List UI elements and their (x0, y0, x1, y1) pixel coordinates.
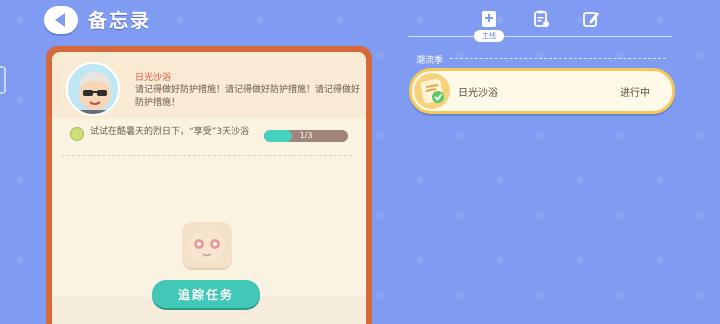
objective-progress-text: 1/3 (299, 131, 313, 140)
clipboard-gear-icon (534, 10, 549, 27)
task-detail-inner: 日光沙浴 请记得做好防护措施！请记得做好防护措施！请记得做好防护措施！ 试试在酷… (52, 52, 366, 324)
objective-progress-bar: 1/3 (264, 130, 348, 142)
task-objective-row: 试试在酷暑天的烈日下，“享受”3天沙浴 1/3 (62, 124, 352, 156)
npc-face-icon (78, 72, 112, 114)
tab-notes[interactable] (580, 8, 602, 30)
reward-face-icon (189, 230, 225, 262)
season-section-label: 潮流季 (416, 56, 444, 66)
reward-item[interactable] (182, 222, 232, 268)
tab-daily[interactable] (530, 8, 552, 30)
objective-text: 试试在酷暑天的烈日下，“享受”3天沙浴 (90, 127, 250, 137)
back-arrow-icon (54, 13, 65, 27)
book-plus-icon (482, 11, 496, 27)
back-button[interactable] (44, 6, 78, 34)
tab-underline (408, 36, 672, 37)
task-header: 日光沙浴 请记得做好防护措施！请记得做好防护措施！请记得做好防护措施！ (52, 52, 366, 118)
quest-status: 进行中 (620, 88, 650, 99)
track-task-button[interactable]: 追踪任务 (152, 280, 260, 308)
objective-ball-icon (70, 127, 84, 141)
page-title: 备忘录 (88, 10, 152, 32)
season-divider (450, 58, 666, 59)
task-name: 日光沙浴 (135, 73, 172, 83)
note-pencil-icon (583, 12, 599, 27)
npc-avatar (66, 62, 120, 116)
quest-card-sand-bath[interactable]: 日光沙浴 进行中 (409, 68, 675, 114)
quest-name: 日光沙浴 (458, 88, 498, 99)
task-description: 请记得做好防护措施！请记得做好防护措施！请记得做好防护措施！ (135, 85, 361, 108)
tab-main-quest[interactable] (478, 8, 500, 30)
quest-icon (414, 73, 450, 109)
task-detail-panel: 日光沙浴 请记得做好防护措施！请记得做好防护措施！请记得做好防护措施！ 试试在酷… (46, 46, 372, 324)
quest-scroll-icon (420, 78, 444, 104)
side-edge-tab[interactable] (0, 66, 6, 94)
